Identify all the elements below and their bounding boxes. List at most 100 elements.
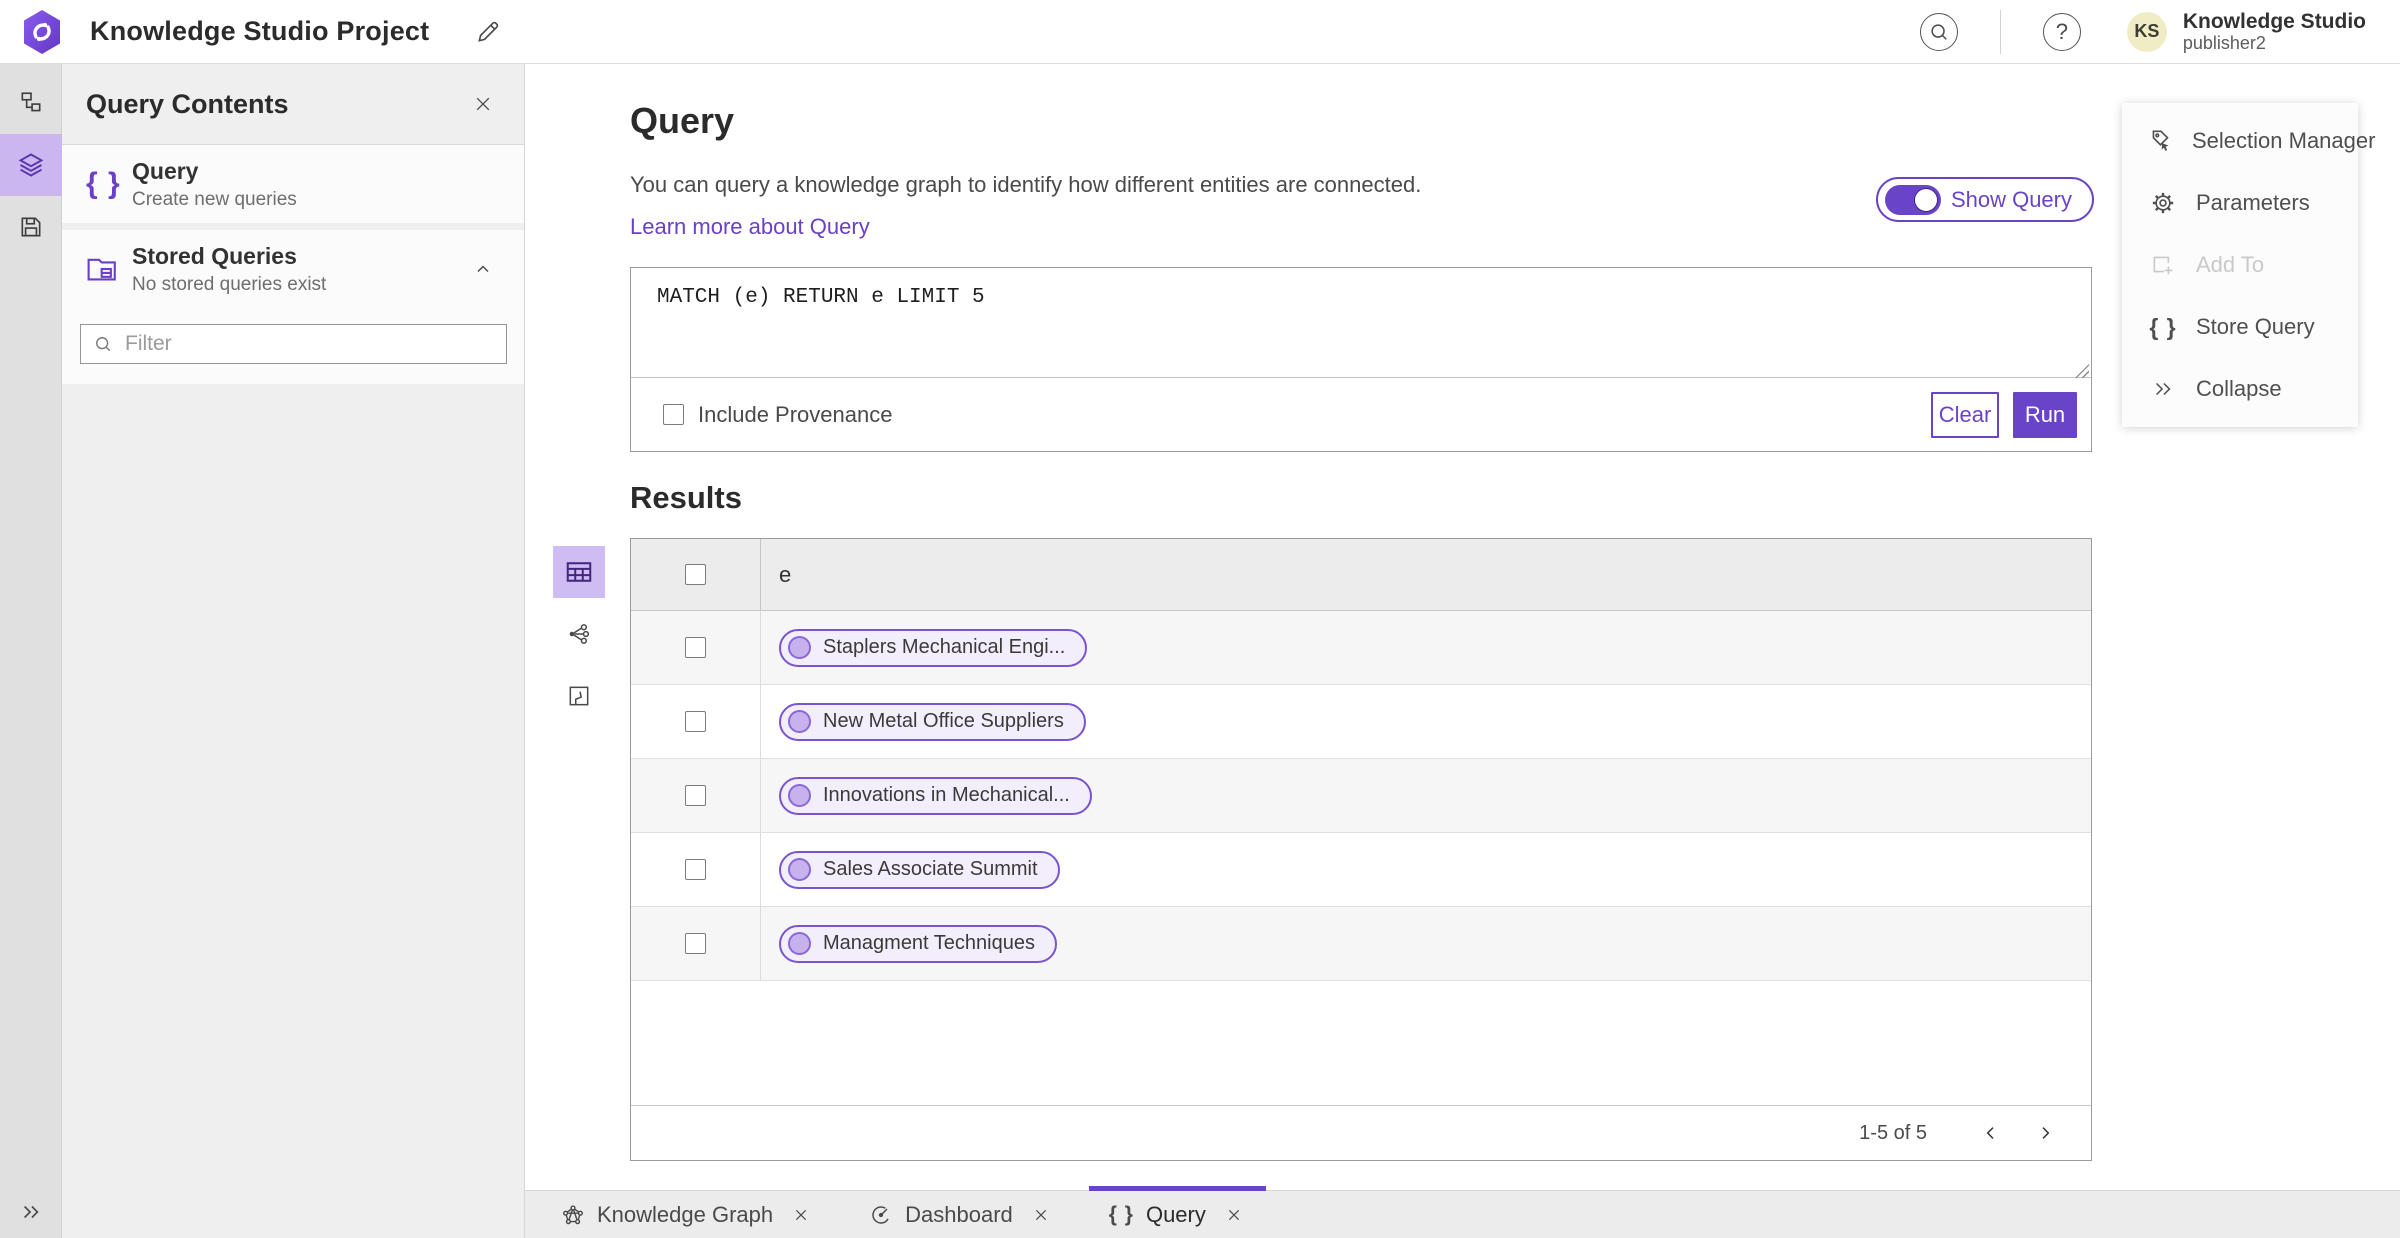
row-checkbox[interactable] [685,859,706,880]
stored-queries-folder-icon [87,258,116,281]
table-row: New Metal Office Suppliers [631,685,2091,759]
tool-selection-manager[interactable]: Selection Manager [2122,110,2375,172]
panel-header: Query Contents [62,64,524,145]
app-logo[interactable] [22,9,62,55]
entity-label: Staplers Mechanical Engi... [823,636,1066,658]
run-button[interactable]: Run [2013,391,2077,438]
clear-button[interactable]: Clear [1931,391,1999,438]
tool-add-to[interactable]: Add To [2122,234,2358,296]
help-button[interactable]: ? [2042,12,2081,51]
entity-pill[interactable]: Staplers Mechanical Engi... [779,628,1088,667]
pencil-icon [478,21,499,42]
user-role: publisher2 [2182,33,2266,54]
user-menu[interactable]: Knowledge Studio publisher2 [2183,10,2366,54]
collapse-section-button[interactable] [466,252,500,286]
entity-label: Managment Techniques [823,932,1035,954]
learn-more-link[interactable]: Learn more about Query [630,214,870,240]
row-checkbox[interactable] [685,637,706,658]
selection-manager-icon [2152,130,2169,151]
rail-expand-button[interactable] [0,1186,62,1238]
query-textarea[interactable]: MATCH (e) RETURN e LIMIT 5 [631,268,2091,378]
query-tools-panel: Selection Manager Parameters Add To {} … [2122,103,2375,427]
entity-pill[interactable]: Managment Techniques [779,924,1057,963]
map-view-button[interactable] [553,670,605,722]
pagination-label: 1-5 of 5 [1859,1121,1927,1144]
document-tabbar: Knowledge Graph Dashboard {} Query [525,1185,2400,1238]
tool-label: Store Query [2196,314,2315,339]
table-row: Innovations in Mechanical... [631,759,2091,833]
link-chart-icon [569,624,590,644]
table-row: Sales Associate Summit [631,833,2091,907]
show-query-toggle[interactable]: Show Query [1875,177,2094,222]
tab-query[interactable]: { } Query [1088,1185,1266,1238]
tab-close-button[interactable] [1222,1203,1246,1227]
row-checkbox[interactable] [685,785,706,806]
include-provenance-checkbox[interactable] [663,404,684,425]
double-chevron-right-icon [23,1205,39,1219]
toggle-track [1884,184,1941,215]
chevron-left-icon [1986,1127,1994,1139]
close-icon [1228,1209,1239,1220]
search-icon [96,337,111,352]
edit-title-button[interactable] [471,15,505,49]
entity-pill[interactable]: Innovations in Mechanical... [779,776,1092,815]
entity-pill[interactable]: Sales Associate Summit [779,850,1060,889]
close-icon [476,97,490,111]
results-view-switcher [553,546,605,722]
row-checkbox[interactable] [685,711,706,732]
braces-icon: { } [2149,313,2177,340]
row-checkbox[interactable] [685,933,706,954]
pagination-prev-button[interactable] [1969,1111,2013,1155]
avatar-initials: KS [2134,21,2160,41]
rail-item-save[interactable] [0,196,62,258]
entity-pill[interactable]: New Metal Office Suppliers [779,702,1086,741]
editor-footer: Include Provenance Clear Run [631,378,2091,451]
tab-knowledge-graph[interactable]: Knowledge Graph [541,1191,833,1238]
help-icon: ? [2055,18,2068,44]
table-view-button[interactable] [553,546,605,598]
rail-item-contents[interactable] [0,134,62,196]
tab-close-button[interactable] [1029,1203,1053,1227]
gear-icon [2152,192,2174,214]
tab-close-button[interactable] [789,1203,813,1227]
rail-item-data-model[interactable] [0,72,62,134]
pagination-next-button[interactable] [2023,1111,2067,1155]
panel-title: Query Contents [86,88,289,119]
show-query-label: Show Query [1950,186,2072,212]
add-to-icon [2153,256,2173,275]
table-header-row: e [631,539,2091,611]
data-model-icon [21,92,40,112]
tool-parameters[interactable]: Parameters [2122,172,2358,234]
header-divider [1999,9,2001,54]
tool-store-query[interactable]: { } Store Query [2122,296,2358,358]
entity-dot-icon [788,858,811,881]
save-icon [21,217,40,237]
close-icon [1035,1209,1046,1220]
contents-item-query[interactable]: { } Query Create new queries [62,145,524,223]
avatar[interactable]: KS [2126,11,2167,52]
tool-label: Selection Manager [2192,128,2376,153]
link-chart-view-button[interactable] [553,608,605,660]
contents-item-stored-queries[interactable]: Stored Queries No stored queries exist [62,230,524,308]
entity-label: New Metal Office Suppliers [823,710,1064,732]
app-header: Knowledge Studio Project ? KS Knowledge … [0,0,2400,64]
tool-collapse[interactable]: Collapse [2122,358,2358,420]
search-button[interactable] [1919,12,1958,51]
double-chevron-right-icon [2156,382,2171,396]
knowledge-studio-logo-icon [24,9,60,54]
include-provenance-label: Include Provenance [698,401,893,427]
entity-label: Sales Associate Summit [823,858,1038,880]
resize-handle[interactable] [2075,364,2089,378]
table-icon [566,562,592,582]
tab-dashboard[interactable]: Dashboard [849,1191,1073,1238]
filter-input[interactable] [123,331,494,357]
tool-label: Add To [2196,252,2265,277]
table-pagination: 1-5 of 5 [631,1105,2091,1160]
user-name: Knowledge Studio [2182,9,2366,33]
layers-icon [18,153,43,177]
select-all-checkbox[interactable] [685,564,706,585]
map-icon [569,686,589,706]
panel-close-button[interactable] [466,87,500,121]
tab-label: Knowledge Graph [597,1201,774,1227]
